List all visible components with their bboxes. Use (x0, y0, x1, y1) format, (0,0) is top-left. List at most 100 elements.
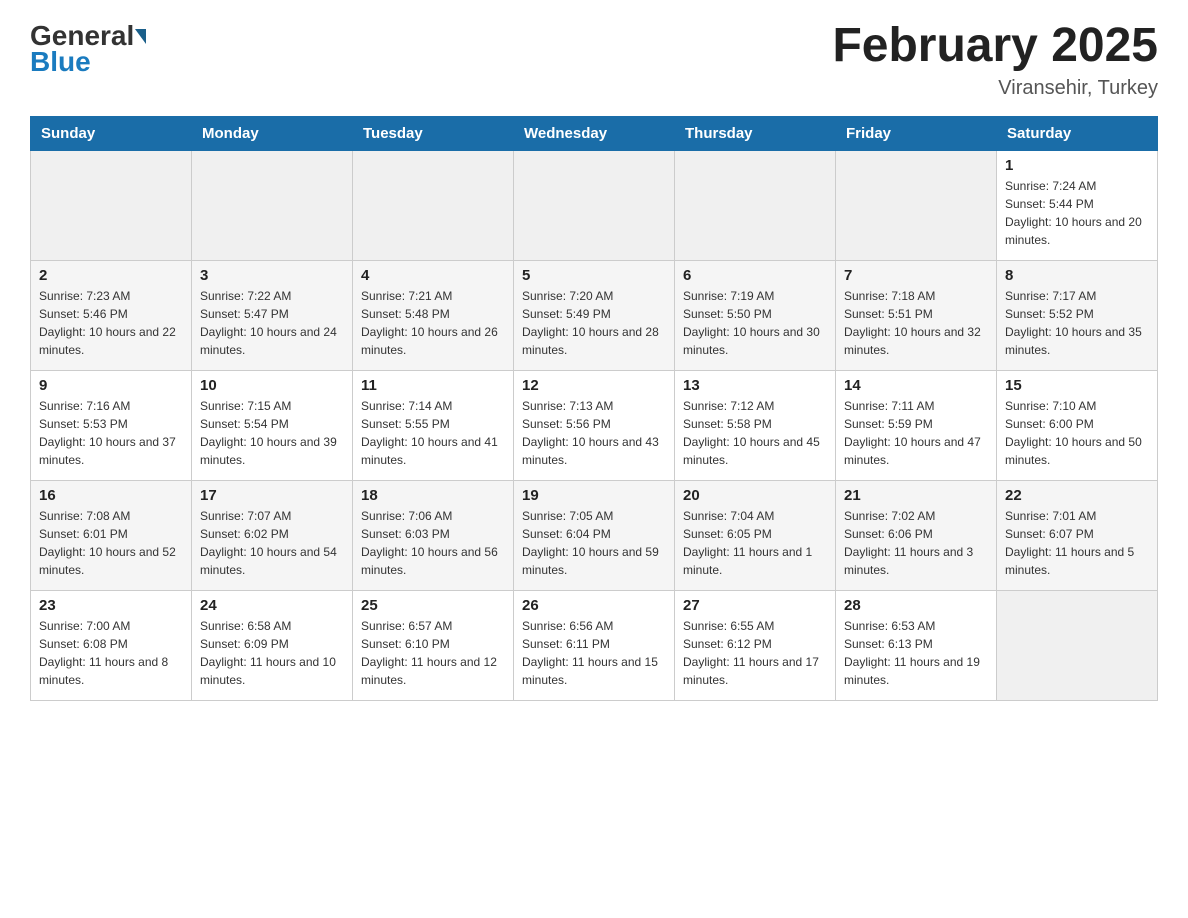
calendar-cell: 11 Sunrise: 7:14 AMSunset: 5:55 PMDayligh… (353, 370, 514, 480)
day-number: 26 (522, 597, 666, 614)
calendar-cell: 10 Sunrise: 7:15 AMSunset: 5:54 PMDayligh… (192, 370, 353, 480)
calendar-cell: 25Sunrise: 6:57 AMSunset: 6:10 PMDayligh… (353, 590, 514, 700)
calendar-title: February 2025 (832, 20, 1158, 73)
col-wednesday: Wednesday (514, 116, 675, 150)
day-number: 7 (844, 267, 988, 284)
day-number: 12 (522, 377, 666, 394)
calendar-cell: 15Sunrise: 7:10 AMSunset: 6:00 PMDayligh… (997, 370, 1158, 480)
col-sunday: Sunday (31, 116, 192, 150)
day-number: 3 (200, 267, 344, 284)
day-number: 22 (1005, 487, 1149, 504)
day-number: 1 (1005, 157, 1149, 174)
day-number: 16 (39, 487, 183, 504)
day-number: 27 (683, 597, 827, 614)
day-number: 11 (361, 377, 505, 394)
day-info: Sunrise: 7:15 AMSunset: 5:54 PMDaylight:… (200, 397, 344, 469)
day-number: 9 (39, 377, 183, 394)
day-number: 4 (361, 267, 505, 284)
col-saturday: Saturday (997, 116, 1158, 150)
col-friday: Friday (836, 116, 997, 150)
day-info: Sunrise: 7:21 AMSunset: 5:48 PMDaylight:… (361, 287, 505, 359)
day-info: Sunrise: 7:01 AMSunset: 6:07 PMDaylight:… (1005, 507, 1149, 579)
day-info: Sunrise: 6:56 AMSunset: 6:11 PMDaylight:… (522, 617, 666, 689)
day-info: Sunrise: 7:02 AMSunset: 6:06 PMDaylight:… (844, 507, 988, 579)
title-block: February 2025 Viransehir, Turkey (832, 20, 1158, 100)
day-number: 17 (200, 487, 344, 504)
calendar-cell: 26 Sunrise: 6:56 AMSunset: 6:11 PMDayligh… (514, 590, 675, 700)
calendar-cell (192, 150, 353, 260)
day-info: Sunrise: 7:14 AMSunset: 5:55 PMDaylight:… (361, 397, 505, 469)
day-number: 2 (39, 267, 183, 284)
day-number: 8 (1005, 267, 1149, 284)
calendar-cell: 3 Sunrise: 7:22 AMSunset: 5:47 PMDaylight… (192, 260, 353, 370)
day-info: Sunrise: 6:55 AMSunset: 6:12 PMDaylight:… (683, 617, 827, 689)
calendar-header-row: Sunday Monday Tuesday Wednesday Thursday… (31, 116, 1158, 150)
calendar-cell: 19Sunrise: 7:05 AMSunset: 6:04 PMDayligh… (514, 480, 675, 590)
day-number: 15 (1005, 377, 1149, 394)
day-info: Sunrise: 7:18 AMSunset: 5:51 PMDaylight:… (844, 287, 988, 359)
calendar-cell: 13 Sunrise: 7:12 AMSunset: 5:58 PMDayligh… (675, 370, 836, 480)
calendar-cell (997, 590, 1158, 700)
day-info: Sunrise: 7:20 AMSunset: 5:49 PMDaylight:… (522, 287, 666, 359)
col-tuesday: Tuesday (353, 116, 514, 150)
calendar-cell: 9 Sunrise: 7:16 AMSunset: 5:53 PMDaylight… (31, 370, 192, 480)
day-info: Sunrise: 7:19 AMSunset: 5:50 PMDaylight:… (683, 287, 827, 359)
day-number: 5 (522, 267, 666, 284)
calendar-cell: 18Sunrise: 7:06 AMSunset: 6:03 PMDayligh… (353, 480, 514, 590)
day-info: Sunrise: 7:16 AMSunset: 5:53 PMDaylight:… (39, 397, 183, 469)
day-info: Sunrise: 7:17 AMSunset: 5:52 PMDaylight:… (1005, 287, 1149, 359)
calendar-cell: 27 Sunrise: 6:55 AMSunset: 6:12 PMDayligh… (675, 590, 836, 700)
calendar-cell: 17 Sunrise: 7:07 AMSunset: 6:02 PMDayligh… (192, 480, 353, 590)
day-number: 13 (683, 377, 827, 394)
day-info: Sunrise: 7:04 AMSunset: 6:05 PMDaylight:… (683, 507, 827, 579)
day-number: 18 (361, 487, 505, 504)
calendar-cell: 24 Sunrise: 6:58 AMSunset: 6:09 PMDayligh… (192, 590, 353, 700)
calendar-cell: 22 Sunrise: 7:01 AMSunset: 6:07 PMDayligh… (997, 480, 1158, 590)
day-info: Sunrise: 7:12 AMSunset: 5:58 PMDaylight:… (683, 397, 827, 469)
day-info: Sunrise: 6:53 AMSunset: 6:13 PMDaylight:… (844, 617, 988, 689)
day-number: 6 (683, 267, 827, 284)
day-info: Sunrise: 7:07 AMSunset: 6:02 PMDaylight:… (200, 507, 344, 579)
day-info: Sunrise: 6:57 AMSunset: 6:10 PMDaylight:… (361, 617, 505, 689)
calendar-week-row: 9 Sunrise: 7:16 AMSunset: 5:53 PMDaylight… (31, 370, 1158, 480)
day-info: Sunrise: 7:22 AMSunset: 5:47 PMDaylight:… (200, 287, 344, 359)
calendar-week-row: 23 Sunrise: 7:00 AMSunset: 6:08 PMDayligh… (31, 590, 1158, 700)
logo: General Blue (30, 20, 146, 78)
calendar-cell: 2 Sunrise: 7:23 AMSunset: 5:46 PMDaylight… (31, 260, 192, 370)
day-info: Sunrise: 6:58 AMSunset: 6:09 PMDaylight:… (200, 617, 344, 689)
day-info: Sunrise: 7:23 AMSunset: 5:46 PMDaylight:… (39, 287, 183, 359)
calendar-cell: 12 Sunrise: 7:13 AMSunset: 5:56 PMDayligh… (514, 370, 675, 480)
calendar-week-row: 2 Sunrise: 7:23 AMSunset: 5:46 PMDaylight… (31, 260, 1158, 370)
calendar-cell: 6 Sunrise: 7:19 AMSunset: 5:50 PMDaylight… (675, 260, 836, 370)
page-header: General Blue February 2025 Viransehir, T… (30, 20, 1158, 100)
calendar-week-row: 16Sunrise: 7:08 AMSunset: 6:01 PMDayligh… (31, 480, 1158, 590)
calendar-cell: 16Sunrise: 7:08 AMSunset: 6:01 PMDayligh… (31, 480, 192, 590)
calendar-week-row: 1 Sunrise: 7:24 AMSunset: 5:44 PMDaylight… (31, 150, 1158, 260)
day-number: 14 (844, 377, 988, 394)
calendar-cell (353, 150, 514, 260)
day-number: 20 (683, 487, 827, 504)
calendar-cell: 23 Sunrise: 7:00 AMSunset: 6:08 PMDayligh… (31, 590, 192, 700)
calendar-subtitle: Viransehir, Turkey (832, 77, 1158, 100)
calendar-cell: 7 Sunrise: 7:18 AMSunset: 5:51 PMDaylight… (836, 260, 997, 370)
col-monday: Monday (192, 116, 353, 150)
day-info: Sunrise: 7:24 AMSunset: 5:44 PMDaylight:… (1005, 177, 1149, 249)
calendar-cell: 4 Sunrise: 7:21 AMSunset: 5:48 PMDaylight… (353, 260, 514, 370)
day-info: Sunrise: 7:11 AMSunset: 5:59 PMDaylight:… (844, 397, 988, 469)
calendar-cell (836, 150, 997, 260)
day-number: 10 (200, 377, 344, 394)
calendar-cell (675, 150, 836, 260)
calendar-cell: 20 Sunrise: 7:04 AMSunset: 6:05 PMDayligh… (675, 480, 836, 590)
calendar-cell: 14 Sunrise: 7:11 AMSunset: 5:59 PMDayligh… (836, 370, 997, 480)
calendar-cell: 8 Sunrise: 7:17 AMSunset: 5:52 PMDaylight… (997, 260, 1158, 370)
calendar-cell: 28Sunrise: 6:53 AMSunset: 6:13 PMDayligh… (836, 590, 997, 700)
day-number: 21 (844, 487, 988, 504)
day-info: Sunrise: 7:13 AMSunset: 5:56 PMDaylight:… (522, 397, 666, 469)
calendar-table: Sunday Monday Tuesday Wednesday Thursday… (30, 116, 1158, 701)
logo-arrow-icon (134, 29, 146, 44)
day-number: 19 (522, 487, 666, 504)
day-number: 23 (39, 597, 183, 614)
day-number: 24 (200, 597, 344, 614)
calendar-cell (514, 150, 675, 260)
day-info: Sunrise: 7:00 AMSunset: 6:08 PMDaylight:… (39, 617, 183, 689)
